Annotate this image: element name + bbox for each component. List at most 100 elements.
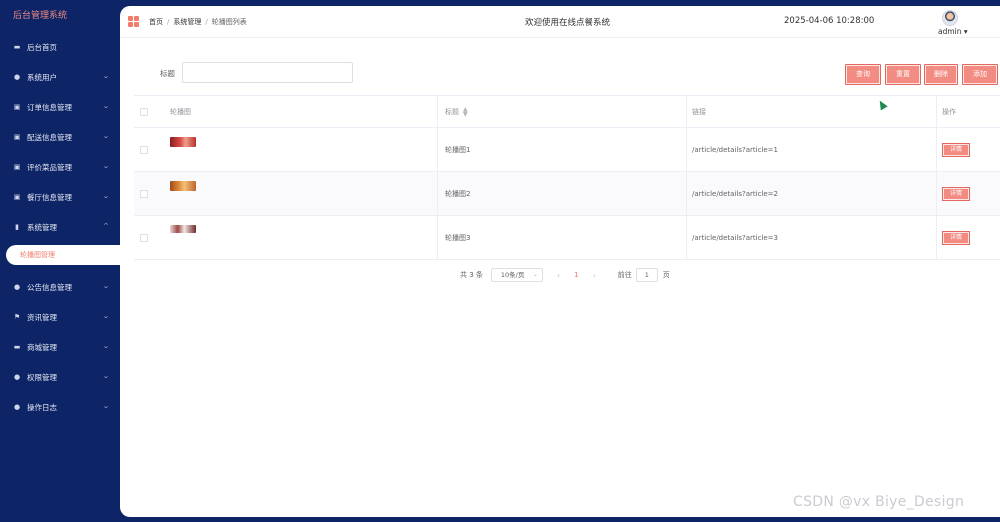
chevron-down-icon: ⌄ (102, 102, 110, 110)
row-checkbox[interactable] (140, 145, 148, 154)
datetime: 2025-04-06 10:28:00 (784, 16, 875, 26)
page-unit: 页 (662, 271, 670, 279)
monitor-icon: ▬ (13, 343, 21, 351)
header-link: 链接 (692, 107, 706, 116)
row-title: 轮播图2 (445, 189, 471, 198)
user-icon: ● (13, 373, 21, 381)
sidebar-item-label: 系统管理 (27, 222, 57, 232)
breadcrumb-home[interactable]: 首页 (149, 18, 163, 26)
chevron-down-icon: ⌄ (532, 271, 538, 278)
chevron-down-icon: ⌄ (102, 312, 110, 320)
row-link: /article/details?article=2 (692, 189, 778, 198)
chart-icon: ▣ (13, 103, 21, 111)
table-row: 轮播图3 /article/details?article=3 详情 (134, 216, 1000, 260)
app-brand: 后台管理系统 (13, 11, 68, 21)
sidebar-item-permissions[interactable]: ● 权限管理 ⌄ (0, 362, 120, 392)
chart-icon: ▣ (13, 193, 21, 201)
table-row: 轮播图1 /article/details?article=1 详情 (134, 128, 1000, 172)
header-actions: 操作 (942, 107, 956, 116)
bar-chart-icon: ▮ (15, 223, 19, 231)
username: admin (938, 27, 962, 36)
row-checkbox[interactable] (140, 189, 148, 198)
sidebar-item-label: 后台首页 (27, 42, 57, 52)
sidebar-item-orders[interactable]: ▣ 订单信息管理 ⌄ (0, 92, 120, 122)
sidebar-item-logs[interactable]: ● 操作日志 ⌄ (0, 392, 120, 422)
welcome-text: 欢迎使用在线点餐系统 (525, 18, 611, 28)
sidebar-item-news[interactable]: ⚑ 资讯管理 ⌄ (0, 302, 120, 332)
page-number[interactable]: 1 (574, 271, 578, 279)
chevron-down-icon: ⌄ (102, 72, 110, 80)
table-row: 轮播图2 /article/details?article=2 详情 (134, 172, 1000, 216)
query-button[interactable]: 查询 (845, 64, 881, 85)
next-page-icon[interactable]: › (593, 271, 596, 280)
menu-grid-icon[interactable] (128, 16, 139, 27)
chart-icon: ▣ (13, 163, 21, 171)
sidebar-item-reviews[interactable]: ▣ 评价菜品管理 ⌄ (0, 152, 120, 182)
detail-button[interactable]: 详情 (942, 142, 970, 157)
sidebar-item-notices[interactable]: ● 公告信息管理 ⌄ (0, 272, 120, 302)
info-icon: ● (13, 283, 21, 291)
select-all-checkbox[interactable] (140, 107, 148, 116)
sidebar-item-label: 评价菜品管理 (27, 162, 72, 172)
sort-icon[interactable]: ▲ ▼ (463, 106, 468, 117)
breadcrumb: 首页 / 系统管理 / 轮播图列表 (149, 18, 247, 26)
carousel-thumbnail (170, 137, 196, 147)
sidebar-item-delivery[interactable]: ▣ 配送信息管理 ⌄ (0, 122, 120, 152)
chevron-down-icon: ⌄ (102, 132, 110, 140)
monitor-icon: ▬ (13, 43, 21, 51)
header-image: 轮播图 (170, 107, 191, 116)
sidebar-item-label: 系统用户 (27, 72, 57, 82)
sidebar-subitem-carousel[interactable]: 轮播图管理 (6, 245, 120, 265)
goto-page-input[interactable]: 1 (635, 268, 658, 282)
sidebar-item-restaurant[interactable]: ▣ 餐厅信息管理 ⌄ (0, 182, 120, 212)
carousel-thumbnail (170, 225, 196, 233)
carousel-thumbnail (170, 181, 196, 191)
breadcrumb-current: 轮播图列表 (211, 18, 247, 26)
sidebar-item-label: 商城管理 (27, 342, 57, 352)
sidebar-item-label: 资讯管理 (27, 312, 57, 322)
carousel-table: 轮播图 标题 ▲ ▼ 链接 操作 轮播图1 /article/details?art… (134, 95, 1000, 260)
goto-label: 前往 (617, 271, 632, 279)
sidebar-item-label: 配送信息管理 (27, 132, 72, 142)
sidebar-item-label: 餐厅信息管理 (27, 192, 72, 202)
sidebar-item-system[interactable]: ▮ 系统管理 ⌃ (0, 212, 120, 242)
detail-button[interactable]: 详情 (942, 186, 970, 201)
row-checkbox[interactable] (140, 233, 148, 242)
avatar[interactable] (942, 10, 958, 26)
header-title[interactable]: 标题 ▲ ▼ (445, 96, 468, 127)
add-button[interactable]: 添加 (962, 64, 998, 85)
chevron-up-icon: ⌃ (102, 222, 110, 230)
sidebar-item-mall[interactable]: ▬ 商城管理 ⌄ (0, 332, 120, 362)
user-icon: ● (13, 73, 21, 81)
row-link: /article/details?article=3 (692, 233, 778, 242)
watermark: CSDN @vx Biye_Design (793, 494, 965, 510)
title-search-input[interactable] (182, 62, 353, 83)
chevron-down-icon: ⌄ (102, 372, 110, 380)
sidebar-item-users[interactable]: ● 系统用户 ⌄ (0, 62, 120, 92)
prev-page-icon[interactable]: ‹ (557, 271, 560, 280)
chevron-down-icon: ⌄ (102, 162, 110, 170)
total-count: 共 3 条 (460, 271, 483, 279)
sidebar: 后台管理系统 ▬ 后台首页 ● 系统用户 ⌄ ▣ 订单信息管理 ⌄ ▣ 配送信息… (0, 0, 120, 522)
sidebar-item-label: 订单信息管理 (27, 102, 72, 112)
detail-button[interactable]: 详情 (942, 230, 970, 245)
row-title: 轮播图1 (445, 145, 471, 154)
user-menu[interactable]: admin ▾ (938, 27, 968, 36)
pagination: 共 3 条 10条/页 ⌄ ‹ 1 › 前往 1 页 (460, 268, 670, 282)
delete-button[interactable]: 删除 (924, 64, 958, 85)
breadcrumb-system[interactable]: 系统管理 (173, 18, 201, 26)
reset-button[interactable]: 重置 (885, 64, 921, 85)
flag-icon: ⚑ (13, 313, 21, 321)
chevron-down-icon: ⌄ (102, 282, 110, 290)
chevron-down-icon: ⌄ (102, 192, 110, 200)
sidebar-item-home[interactable]: ▬ 后台首页 (0, 32, 120, 62)
table-header: 轮播图 标题 ▲ ▼ 链接 操作 (134, 96, 1000, 128)
page-size-select[interactable]: 10条/页 ⌄ (490, 268, 543, 282)
user-icon: ● (13, 403, 21, 411)
chevron-down-icon: ⌄ (102, 342, 110, 350)
sidebar-item-label: 权限管理 (27, 372, 57, 382)
chart-icon: ▣ (13, 133, 21, 141)
sidebar-item-label: 操作日志 (27, 402, 57, 412)
search-label: 标题 (160, 69, 175, 78)
chevron-down-icon: ⌄ (102, 402, 110, 410)
